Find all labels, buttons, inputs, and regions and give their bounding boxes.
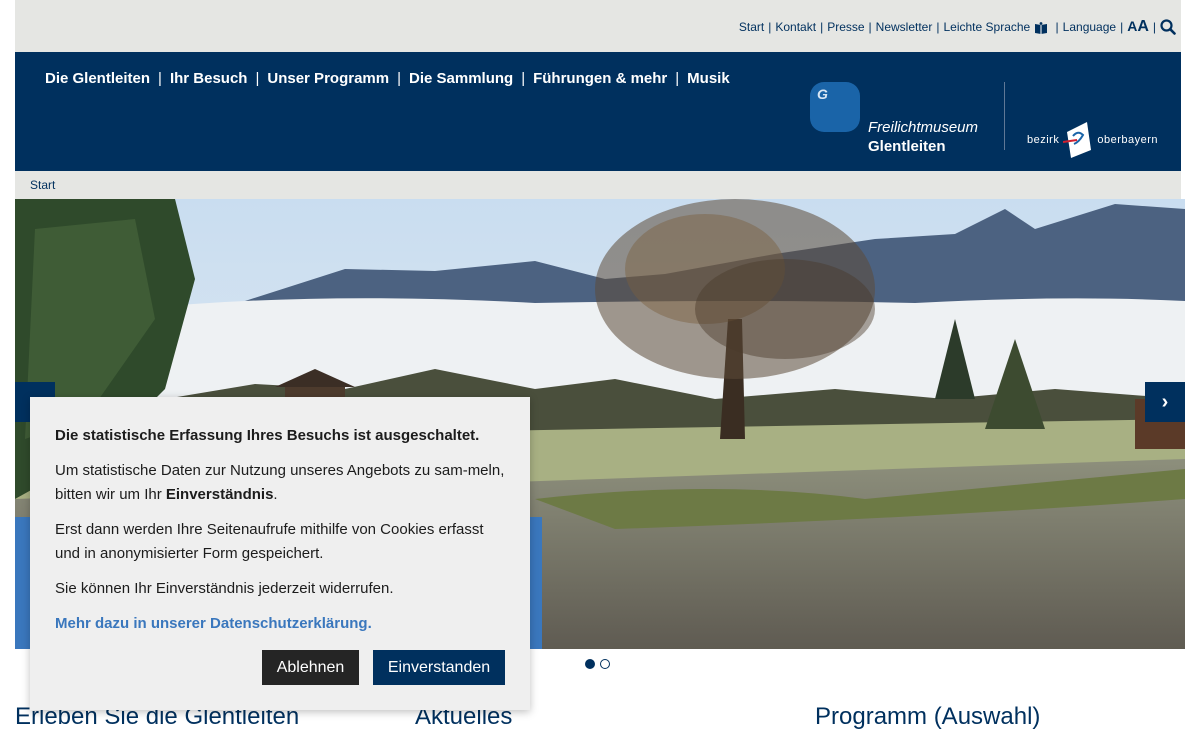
slider-next-button[interactable]: › bbox=[1145, 382, 1185, 422]
privacy-policy-link[interactable]: Mehr dazu in unserer Datenschutzerklärun… bbox=[55, 612, 505, 636]
utility-bar: Start | Kontakt | Presse | Newsletter | Leic… bbox=[15, 0, 1181, 52]
slider-dot-1[interactable] bbox=[585, 659, 595, 669]
bezirk-crest-icon bbox=[1063, 122, 1092, 158]
nav-item-unser-programm[interactable]: Unser Programm bbox=[267, 70, 389, 87]
util-link-leichte-sprache[interactable]: Leichte Sprache bbox=[943, 20, 1030, 34]
cookie-paragraph-3: Sie können Ihr Einverständnis jederzeit … bbox=[55, 580, 394, 597]
cookie-paragraph-1: Um statistische Daten zur Nutzung unsere… bbox=[55, 462, 505, 503]
breadcrumb-start[interactable]: Start bbox=[30, 178, 55, 192]
util-link-language[interactable]: Language bbox=[1063, 20, 1116, 34]
easy-language-book-icon[interactable] bbox=[1034, 22, 1048, 34]
museum-logo-mark[interactable]: G bbox=[810, 82, 860, 132]
museum-logo-text[interactable]: Freilichtmuseum Glentleiten bbox=[868, 118, 978, 156]
breadcrumb: Start bbox=[15, 171, 1181, 199]
bezirk-oberbayern-logo[interactable]: bezirk oberbayern bbox=[1027, 120, 1158, 160]
section-title-programm: Programm (Auswahl) bbox=[815, 703, 1041, 730]
nav-item-ihr-besuch[interactable]: Ihr Besuch bbox=[170, 70, 248, 87]
cookie-consent-dialog: Die statistische Erfassung Ihres Besuchs… bbox=[30, 397, 530, 710]
font-size-toggle[interactable]: AA bbox=[1127, 18, 1149, 36]
utility-links: Start | Kontakt | Presse | Newsletter | Leic… bbox=[739, 18, 1176, 36]
main-navigation: Die Glentleiten | Ihr Besuch | Unser Pro… bbox=[45, 70, 730, 87]
accept-button[interactable]: Einverstanden bbox=[373, 650, 505, 685]
util-link-start[interactable]: Start bbox=[739, 20, 764, 34]
util-link-newsletter[interactable]: Newsletter bbox=[876, 20, 933, 34]
nav-item-fuehrungen[interactable]: Führungen & mehr bbox=[533, 70, 667, 87]
site-header: Die Glentleiten | Ihr Besuch | Unser Pro… bbox=[15, 52, 1181, 171]
util-link-presse[interactable]: Presse bbox=[827, 20, 864, 34]
slider-dot-2[interactable] bbox=[600, 659, 610, 669]
cookie-buttons: Ablehnen Einverstanden bbox=[262, 650, 505, 685]
util-link-kontakt[interactable]: Kontakt bbox=[775, 20, 816, 34]
logo-divider bbox=[1004, 82, 1005, 150]
page: Start | Kontakt | Presse | Newsletter | Leic… bbox=[0, 0, 1200, 740]
search-icon[interactable] bbox=[1160, 19, 1176, 35]
cookie-paragraph-2: Erst dann werden Ihre Seitenaufrufe mith… bbox=[55, 521, 484, 562]
slider-pagination bbox=[585, 659, 610, 669]
nav-item-die-sammlung[interactable]: Die Sammlung bbox=[409, 70, 513, 87]
cookie-title: Die statistische Erfassung Ihres Besuchs… bbox=[55, 427, 480, 444]
decline-button[interactable]: Ablehnen bbox=[262, 650, 359, 685]
nav-item-die-glentleiten[interactable]: Die Glentleiten bbox=[45, 70, 150, 87]
nav-item-musik[interactable]: Musik bbox=[687, 70, 730, 87]
